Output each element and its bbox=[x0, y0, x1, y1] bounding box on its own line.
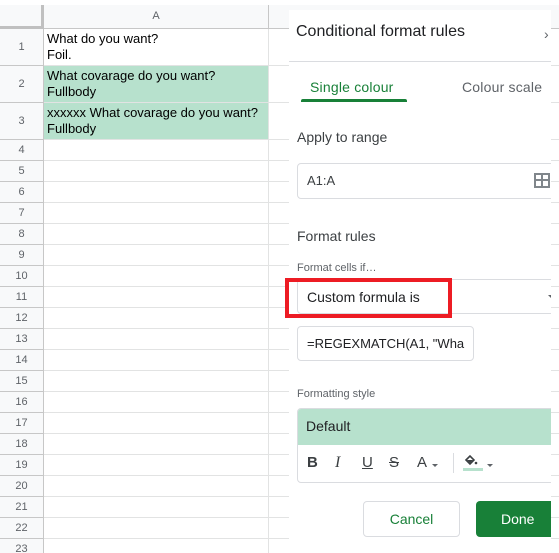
active-tab-indicator bbox=[301, 99, 407, 102]
cell-a16[interactable] bbox=[44, 392, 269, 413]
tab-single-colour[interactable]: Single colour bbox=[310, 79, 394, 95]
apply-to-range-label: Apply to range bbox=[297, 129, 388, 145]
toolbar-separator bbox=[453, 453, 454, 473]
select-range-grid-icon[interactable] bbox=[534, 173, 550, 188]
dropdown-caret-icon bbox=[548, 295, 551, 299]
row-header[interactable]: 6 bbox=[0, 182, 44, 203]
panel-title: Conditional format rules bbox=[296, 23, 465, 40]
select-all-corner[interactable] bbox=[0, 5, 44, 29]
style-preset-dropdown[interactable]: Default bbox=[298, 409, 551, 445]
column-header-a[interactable]: A bbox=[44, 5, 269, 29]
cell-a17[interactable] bbox=[44, 413, 269, 434]
row-header[interactable]: 4 bbox=[0, 140, 44, 161]
cell-a15[interactable] bbox=[44, 371, 269, 392]
row-header[interactable]: 22 bbox=[0, 518, 44, 539]
row-header[interactable]: 1 bbox=[0, 29, 44, 66]
cell-a14[interactable] bbox=[44, 350, 269, 371]
range-value: A1:A bbox=[307, 173, 336, 188]
format-cells-if-label: Format cells if… bbox=[297, 262, 377, 274]
row-header[interactable]: 5 bbox=[0, 161, 44, 182]
row-header[interactable]: 2 bbox=[0, 66, 44, 103]
text-color-caret-icon bbox=[432, 464, 438, 467]
chevron-right-icon[interactable]: › bbox=[544, 27, 551, 41]
cell-a23[interactable] bbox=[44, 539, 269, 553]
cell-a11[interactable] bbox=[44, 287, 269, 308]
row-header[interactable]: 20 bbox=[0, 476, 44, 497]
cell-a19[interactable] bbox=[44, 455, 269, 476]
fill-color-icon[interactable] bbox=[464, 454, 478, 466]
cell-a3[interactable]: xxxxxx What covarage do you want? Fullbo… bbox=[44, 103, 269, 140]
row-header[interactable]: 7 bbox=[0, 203, 44, 224]
cell-a4[interactable] bbox=[44, 140, 269, 161]
format-rules-label: Format rules bbox=[297, 228, 376, 244]
row-header[interactable]: 18 bbox=[0, 434, 44, 455]
cell-a1[interactable]: What do you want? Foil. bbox=[44, 29, 269, 66]
cell-a13[interactable] bbox=[44, 329, 269, 350]
row-header[interactable]: 23 bbox=[0, 539, 44, 553]
range-input[interactable]: A1:A bbox=[297, 163, 551, 199]
row-header[interactable]: 19 bbox=[0, 455, 44, 476]
cell-a5[interactable] bbox=[44, 161, 269, 182]
fill-color-caret-icon bbox=[487, 464, 493, 467]
conditional-format-panel: Conditional format rules › Single colour… bbox=[289, 10, 551, 553]
cancel-button[interactable]: Cancel bbox=[363, 501, 460, 537]
formula-value: =REGEXMATCH(A1, "Wha bbox=[307, 336, 465, 351]
formatting-style-label: Formatting style bbox=[297, 388, 376, 400]
row-header[interactable]: 13 bbox=[0, 329, 44, 350]
panel-divider bbox=[289, 61, 551, 62]
cell-a7[interactable] bbox=[44, 203, 269, 224]
bold-button[interactable]: B bbox=[307, 455, 318, 471]
formatting-style-box: Default B I U S A bbox=[297, 408, 551, 483]
cell-a9[interactable] bbox=[44, 245, 269, 266]
fill-color-swatch bbox=[463, 468, 483, 471]
cell-a2[interactable]: What covarage do you want? Fullbody bbox=[44, 66, 269, 103]
row-header[interactable]: 21 bbox=[0, 497, 44, 518]
row-header[interactable]: 9 bbox=[0, 245, 44, 266]
tab-colour-scale[interactable]: Colour scale bbox=[462, 79, 542, 95]
row-header[interactable]: 14 bbox=[0, 350, 44, 371]
row-header[interactable]: 17 bbox=[0, 413, 44, 434]
style-preview-text: Default bbox=[306, 418, 351, 434]
custom-formula-input[interactable]: =REGEXMATCH(A1, "Wha bbox=[297, 326, 474, 361]
cell-a10[interactable] bbox=[44, 266, 269, 287]
row-header[interactable]: 10 bbox=[0, 266, 44, 287]
underline-button[interactable]: U bbox=[362, 455, 373, 471]
text-color-button[interactable]: A bbox=[417, 455, 427, 471]
cell-a12[interactable] bbox=[44, 308, 269, 329]
cell-a21[interactable] bbox=[44, 497, 269, 518]
cell-a22[interactable] bbox=[44, 518, 269, 539]
row-header[interactable]: 16 bbox=[0, 392, 44, 413]
cell-a20[interactable] bbox=[44, 476, 269, 497]
cell-a8[interactable] bbox=[44, 224, 269, 245]
done-button[interactable]: Done bbox=[476, 501, 551, 537]
condition-value: Custom formula is bbox=[307, 289, 420, 305]
strikethrough-button[interactable]: S bbox=[389, 455, 399, 471]
cell-a18[interactable] bbox=[44, 434, 269, 455]
row-header[interactable]: 3 bbox=[0, 103, 44, 140]
condition-select[interactable]: Custom formula is bbox=[297, 279, 551, 314]
row-header[interactable]: 12 bbox=[0, 308, 44, 329]
row-header[interactable]: 11 bbox=[0, 287, 44, 308]
row-header[interactable]: 15 bbox=[0, 371, 44, 392]
style-toolbar: B I U S A bbox=[298, 445, 551, 482]
cell-a6[interactable] bbox=[44, 182, 269, 203]
italic-button[interactable]: I bbox=[335, 455, 340, 471]
row-header[interactable]: 8 bbox=[0, 224, 44, 245]
